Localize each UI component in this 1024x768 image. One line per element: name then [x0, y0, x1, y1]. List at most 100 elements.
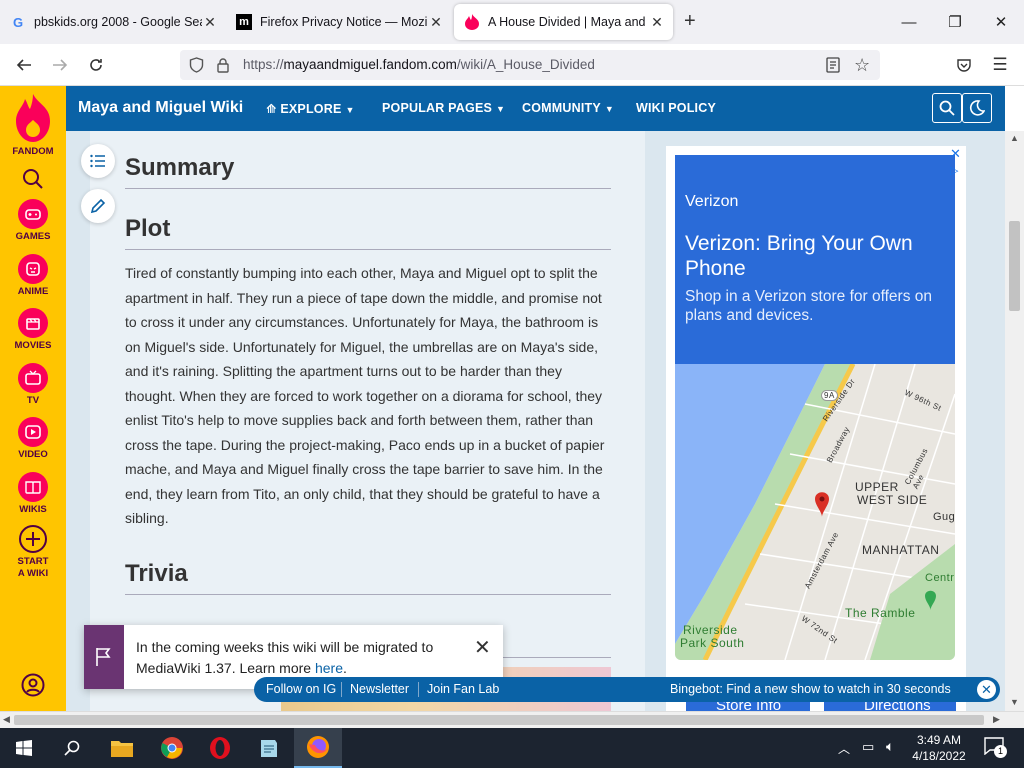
nav-popular-pages[interactable]: POPULAR PAGES ▼: [382, 101, 505, 115]
nav-community[interactable]: COMMUNITY ▼: [522, 101, 614, 115]
rail-item-label: VIDEO: [18, 449, 48, 460]
nav-label: COMMUNITY: [522, 101, 601, 115]
rail-item-label: START A WIKI: [17, 556, 49, 579]
mozilla-m-icon: m: [236, 14, 252, 30]
edit-page-button[interactable]: [81, 189, 115, 223]
rail-item-movies[interactable]: MOVIES: [0, 308, 66, 351]
rail-item-wikis[interactable]: WIKIS: [0, 472, 66, 515]
file-explorer-icon[interactable]: [98, 728, 146, 768]
maximize-icon[interactable]: ❐: [932, 0, 978, 44]
rail-item-label: GAMES: [15, 231, 51, 242]
volume-icon[interactable]: 🔈︎: [886, 738, 894, 755]
horizontal-scrollbar[interactable]: ◀ ▶: [0, 711, 1024, 728]
address-bar[interactable]: https://mayaandmiguel.fandom.com/wiki/A_…: [180, 50, 880, 80]
notifications-icon[interactable]: 1: [984, 737, 1007, 758]
rail-item-label: MOVIES: [14, 340, 52, 351]
lock-icon[interactable]: [216, 57, 230, 78]
tracking-shield-icon[interactable]: [189, 57, 204, 78]
rail-item-tv[interactable]: TV: [0, 363, 66, 406]
search-icon[interactable]: [22, 168, 44, 195]
network-icon[interactable]: ▭: [862, 739, 874, 755]
nav-explore[interactable]: ⟰ EXPLORE ▼: [266, 101, 355, 116]
notice-text: In the coming weeks this wiki will be mi…: [136, 637, 466, 679]
wiki-search-button[interactable]: [932, 93, 962, 123]
rail-item-video[interactable]: VIDEO: [0, 417, 66, 460]
table-of-contents-button[interactable]: [81, 144, 115, 178]
google-g-icon: G: [12, 14, 24, 30]
rail-item-games[interactable]: GAMES: [0, 199, 66, 242]
nav-label: WIKI POLICY: [636, 101, 716, 115]
windows-start-icon[interactable]: [0, 728, 48, 768]
scroll-down-icon[interactable]: ▼: [1010, 697, 1019, 707]
hamburger-menu-icon[interactable]: ☰: [986, 51, 1014, 79]
tab-google-search[interactable]: G pbskids.org 2008 - Google Search ✕: [0, 4, 226, 40]
browser-navigation-bar: https://mayaandmiguel.fandom.com/wiki/A_…: [0, 44, 1024, 86]
url-text[interactable]: https://mayaandmiguel.fandom.com/wiki/A_…: [243, 57, 595, 72]
scrollbar-thumb[interactable]: [1009, 221, 1020, 311]
url-domain: mayaandmiguel.fandom.com: [283, 57, 457, 72]
verizon-ad-banner[interactable]: Verizon Verizon: Bring Your Own Phone Sh…: [675, 155, 955, 364]
rail-item-label: TV: [26, 395, 40, 406]
ad-close-icon[interactable]: ✕ ▷: [950, 146, 961, 177]
plot-paragraph: Tired of constantly bumping into each ot…: [125, 265, 605, 526]
wiki-header: Maya and Miguel Wiki ⟰ EXPLORE ▼ POPULAR …: [66, 86, 1005, 131]
back-arrow-icon[interactable]: [10, 51, 38, 79]
ad-subtext: Shop in a Verizon store for offers on pl…: [685, 288, 933, 324]
scroll-left-icon[interactable]: ◀: [3, 714, 10, 725]
wiki-name[interactable]: Maya and Miguel Wiki: [78, 99, 243, 117]
new-tab-button[interactable]: +: [684, 10, 696, 33]
bingebot-promo[interactable]: Bingebot: Find a new show to watch in 30…: [670, 682, 951, 696]
moon-icon: [969, 100, 985, 116]
ad-map[interactable]: UPPER WEST SIDE MANHATTAN The Ramble Riv…: [675, 364, 955, 660]
minimize-icon[interactable]: —: [886, 0, 932, 44]
system-clock[interactable]: 3:49 AM 4/18/2022: [908, 732, 970, 764]
theme-toggle-button[interactable]: [962, 93, 992, 123]
forward-arrow-icon[interactable]: [46, 51, 74, 79]
book-icon: [18, 472, 48, 502]
caret-down-icon: ▼: [496, 104, 506, 114]
fandom-logo-icon[interactable]: [16, 94, 50, 147]
nav-label: POPULAR PAGES: [382, 101, 493, 115]
close-tab-icon[interactable]: ✕: [428, 14, 444, 31]
vertical-scrollbar[interactable]: ▲ ▼: [1005, 131, 1024, 711]
close-window-icon[interactable]: ✕: [978, 0, 1024, 44]
section-heading-summary: Summary: [125, 154, 611, 189]
reader-view-icon[interactable]: [826, 57, 840, 78]
close-tab-icon[interactable]: ✕: [202, 14, 218, 31]
tab-a-house-divided[interactable]: A House Divided | Maya and Miguel Wiki ✕: [454, 4, 673, 40]
search-icon[interactable]: [48, 728, 96, 768]
scroll-up-icon[interactable]: ▲: [1010, 133, 1019, 143]
newsletter-link[interactable]: Newsletter: [350, 682, 409, 696]
tab-firefox-privacy[interactable]: m Firefox Privacy Notice — Mozilla ✕: [226, 4, 452, 40]
user-account-icon[interactable]: [21, 673, 45, 702]
chrome-icon[interactable]: [148, 728, 196, 768]
fandom-brand-label[interactable]: FANDOM: [0, 146, 66, 157]
reload-icon[interactable]: [82, 51, 110, 79]
rail-item-anime[interactable]: ANIME: [0, 254, 66, 297]
map-label: Centr: [925, 572, 955, 584]
fandom-icon: [464, 14, 480, 30]
map-label: MANHATTAN: [862, 543, 940, 557]
firefox-icon[interactable]: [294, 728, 342, 768]
follow-on-ig-link[interactable]: Follow on IG: [266, 682, 336, 696]
notepad-icon[interactable]: [245, 728, 293, 768]
close-tab-icon[interactable]: ✕: [649, 14, 665, 31]
nav-wiki-policy[interactable]: WIKI POLICY: [636, 101, 716, 115]
bookmark-star-icon[interactable]: ☆: [854, 55, 870, 76]
rail-item-start-a-wiki[interactable]: START A WIKI: [0, 524, 66, 580]
opera-icon[interactable]: [196, 728, 244, 768]
scroll-right-icon[interactable]: ▶: [993, 714, 1000, 725]
clapperboard-icon: [18, 308, 48, 338]
pocket-icon[interactable]: [950, 51, 978, 79]
learn-more-link[interactable]: here: [315, 660, 343, 676]
scrollbar-thumb[interactable]: [14, 715, 984, 725]
chevron-up-icon[interactable]: ︿: [838, 740, 850, 757]
close-icon[interactable]: ✕: [474, 635, 491, 660]
map-label: Park South: [680, 636, 745, 650]
adchoices-icon[interactable]: ▷: [950, 165, 958, 177]
join-fan-lab-link[interactable]: Join Fan Lab: [427, 682, 499, 696]
browser-tab-strip: G pbskids.org 2008 - Google Search ✕ m F…: [0, 0, 1024, 44]
url-prefix: https://: [243, 57, 284, 72]
close-icon[interactable]: ✕: [977, 680, 996, 699]
map-label: The Ramble: [845, 606, 916, 620]
